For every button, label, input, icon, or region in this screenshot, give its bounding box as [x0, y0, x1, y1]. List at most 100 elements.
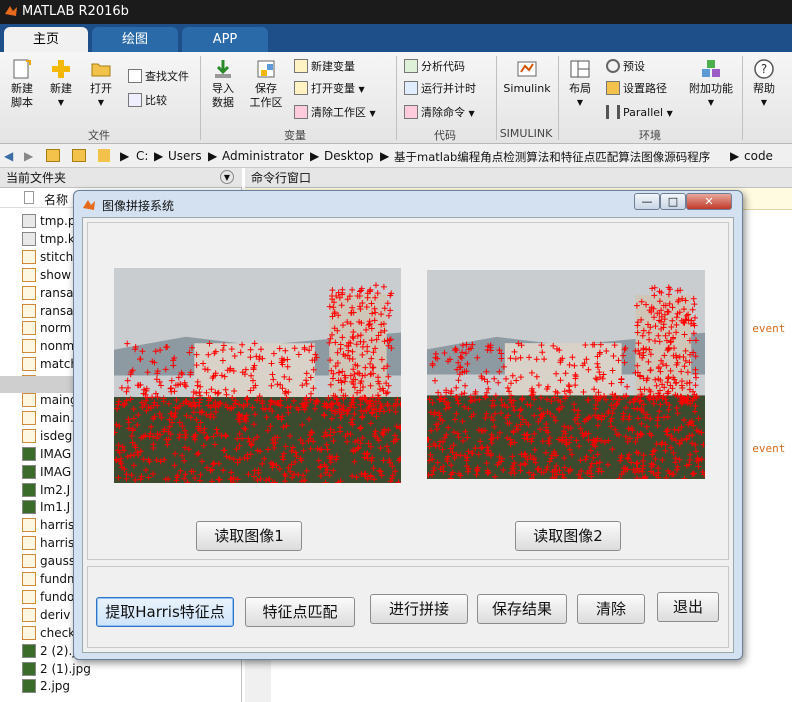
- gear-icon: [606, 59, 620, 73]
- file-list-item[interactable]: 2.jpg: [22, 677, 70, 695]
- simulink-button[interactable]: Simulink: [502, 58, 552, 96]
- file-list-item[interactable]: nonm: [22, 337, 74, 355]
- file-list-item[interactable]: main.: [22, 409, 74, 427]
- parallel-button[interactable]: Parallel ▼: [606, 104, 673, 122]
- close-button[interactable]: ✕: [686, 193, 732, 210]
- file-list-item[interactable]: fundm: [22, 570, 79, 588]
- file-icon: [22, 321, 36, 336]
- dialog-content: 读取图像1 读取图像2 提取Harris特征点 特征点匹配 进行拼接 保存结果 …: [82, 217, 734, 653]
- layout-button[interactable]: 布局 ▼: [566, 58, 594, 110]
- read-image-1-button[interactable]: 读取图像1: [196, 521, 302, 551]
- dialog-title-bar[interactable]: 图像拼接系统 — □ ✕: [74, 191, 742, 217]
- clear-commands-button[interactable]: 清除命令 ▼: [404, 104, 475, 122]
- file-list-item[interactable]: 2 (1).jpg: [22, 660, 91, 678]
- new-script-button[interactable]: 新建 脚本: [6, 58, 38, 110]
- save-workspace-button[interactable]: 保存 工作区: [246, 58, 286, 110]
- stitch-button[interactable]: 进行拼接: [370, 594, 468, 624]
- minimize-button[interactable]: —: [634, 193, 660, 210]
- name-column-header[interactable]: 名称: [44, 191, 68, 208]
- new-button[interactable]: 新建 ▼: [46, 58, 76, 110]
- save-result-button[interactable]: 保存结果: [477, 594, 567, 624]
- up-folder-icon[interactable]: [46, 149, 60, 162]
- file-list-item[interactable]: IMAG: [22, 463, 71, 481]
- save-workspace-icon: [257, 60, 275, 78]
- file-list-item[interactable]: IMAG: [22, 445, 71, 463]
- import-data-button[interactable]: 导入 数据: [206, 58, 240, 110]
- file-list-item[interactable]: ransa: [22, 284, 74, 302]
- file-list-item[interactable]: maing: [22, 391, 78, 409]
- find-files-button[interactable]: 查找文件: [128, 68, 189, 86]
- file-name: tmp.p: [40, 214, 76, 228]
- tab-plots[interactable]: 绘图: [92, 27, 178, 52]
- file-list-item[interactable]: harris: [22, 534, 74, 552]
- clear-workspace-button[interactable]: 清除工作区 ▼: [294, 104, 376, 122]
- file-list-item[interactable]: tmp.k: [22, 230, 75, 248]
- breadcrumb-administrator[interactable]: Administrator: [222, 149, 304, 163]
- analyze-code-button[interactable]: 分析代码: [404, 58, 465, 76]
- parallel-icon: [606, 105, 620, 119]
- file-icon: [22, 482, 36, 497]
- help-button[interactable]: ? 帮助 ▼: [750, 58, 778, 110]
- run-and-time-label: 运行并计时: [421, 82, 476, 95]
- exit-button[interactable]: 退出: [657, 592, 719, 622]
- new-label: 新建: [50, 82, 72, 95]
- file-icon: [22, 589, 36, 604]
- breadcrumb-separator: ▶: [380, 149, 390, 163]
- open-button[interactable]: 打开 ▼: [86, 58, 116, 110]
- file-list-item[interactable]: gauss: [22, 552, 75, 570]
- preferences-label: 预设: [623, 60, 645, 73]
- svg-text:?: ?: [761, 62, 767, 76]
- ribbon-toolbar: 新建 脚本 新建 ▼ 打开 ▼ 查找文件 比较 文件 导入 数据 保存 工作区 …: [0, 52, 792, 144]
- file-name: isdeg: [40, 428, 73, 443]
- preferences-button[interactable]: 预设: [606, 58, 645, 76]
- file-list-item[interactable]: Im2.J: [22, 481, 70, 499]
- read-image-2-button[interactable]: 读取图像2: [515, 521, 621, 551]
- panel-actions-icon[interactable]: ▼: [220, 170, 234, 184]
- back-icon[interactable]: ◀: [4, 149, 13, 163]
- breadcrumb-project-folder[interactable]: 基于matlab编程角点检测算法和特征点匹配算法图像源码程序: [394, 149, 710, 165]
- help-label: 帮助: [753, 82, 775, 95]
- file-list-item[interactable]: deriv: [22, 606, 70, 624]
- new-variable-button[interactable]: 新建变量: [294, 58, 355, 76]
- compare-button[interactable]: 比较: [128, 92, 167, 110]
- file-icon: [22, 536, 36, 551]
- breadcrumb-separator: ▶: [730, 149, 740, 163]
- tab-home[interactable]: 主页: [4, 27, 88, 52]
- clear-commands-label: 清除命令: [421, 106, 465, 119]
- extract-harris-button[interactable]: 提取Harris特征点: [96, 597, 234, 627]
- file-list-item[interactable]: check: [22, 624, 75, 642]
- file-icon: [22, 339, 36, 354]
- file-list-item[interactable]: fundo: [22, 588, 74, 606]
- open-variable-button[interactable]: 打开变量 ▼: [294, 80, 365, 98]
- file-list-item[interactable]: ransa: [22, 302, 74, 320]
- add-ons-icon: [702, 60, 720, 77]
- run-and-time-button[interactable]: 运行并计时: [404, 80, 476, 98]
- file-name: IMAG: [40, 464, 72, 479]
- file-list-item[interactable]: Im1.J: [22, 498, 70, 516]
- new-plus-icon: [52, 60, 70, 78]
- file-list-item[interactable]: norm: [22, 319, 71, 337]
- set-path-icon: [606, 81, 620, 95]
- browse-folder-icon[interactable]: [72, 149, 86, 162]
- breadcrumb-desktop[interactable]: Desktop: [324, 149, 374, 163]
- clear-button[interactable]: 清除: [577, 594, 645, 624]
- tab-apps[interactable]: APP: [182, 27, 268, 52]
- file-list-item[interactable]: tmp.p: [22, 212, 75, 230]
- forward-icon[interactable]: ▶: [24, 149, 33, 163]
- file-list-item[interactable]: stitch: [22, 248, 73, 266]
- maximize-button[interactable]: □: [660, 193, 686, 210]
- file-icon: [22, 464, 36, 479]
- breadcrumb-code[interactable]: code: [744, 149, 773, 163]
- file-list-item[interactable]: harris: [22, 516, 74, 534]
- breadcrumb-users[interactable]: Users: [168, 149, 202, 163]
- set-path-button[interactable]: 设置路径: [606, 80, 667, 98]
- file-list-item[interactable]: show: [22, 266, 71, 284]
- feature-match-button[interactable]: 特征点匹配: [245, 597, 355, 627]
- breadcrumb-drive[interactable]: C:: [136, 149, 148, 163]
- simulink-label: Simulink: [503, 82, 551, 95]
- file-list-item[interactable]: match: [22, 355, 78, 373]
- command-snippet-event-1: , event: [739, 322, 786, 335]
- breadcrumb-separator: ▶: [154, 149, 164, 163]
- add-ons-button[interactable]: 附加功能 ▼: [686, 58, 736, 110]
- file-list-item[interactable]: isdeg: [22, 427, 72, 445]
